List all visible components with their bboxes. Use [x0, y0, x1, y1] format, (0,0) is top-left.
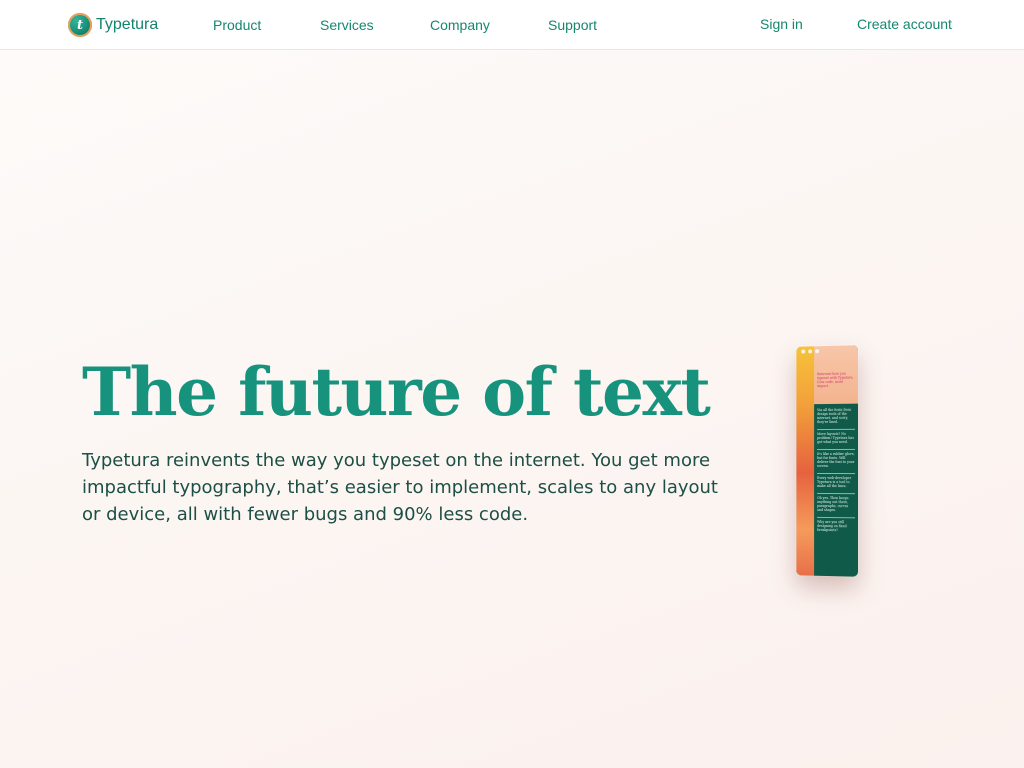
device-preview-item: Move layouts? No problem! Typetura has g… — [817, 428, 856, 445]
device-preview-item: Why are you still designing on fixed bre… — [817, 516, 856, 533]
nav-link-services[interactable]: Services — [320, 17, 374, 33]
top-navigation: t Typetura Product Services Company Supp… — [0, 0, 1024, 50]
nav-link-support[interactable]: Support — [548, 17, 597, 33]
typetura-logo-icon: t — [68, 13, 92, 37]
create-account-link[interactable]: Create account — [857, 16, 952, 32]
device-preview-item: It's like a rubber glove, but for fonts.… — [817, 448, 856, 469]
device-preview-item: Oh yes, Then keeps anything out there, p… — [817, 492, 856, 513]
device-preview-item: Via all the fonts from design tools of t… — [817, 407, 852, 425]
nav-link-company[interactable]: Company — [430, 17, 490, 33]
device-preview-promo: Reinvent how you typeset with Typetura. … — [817, 371, 854, 389]
brand-name: Typetura — [96, 16, 159, 33]
nav-link-product[interactable]: Product — [213, 17, 261, 33]
device-preview-list: Via all the fonts from design tools of t… — [817, 406, 856, 538]
device-preview-artwork — [796, 346, 815, 576]
hero-title: The future of text — [82, 353, 711, 431]
hero-description: Typetura reinvents the way you typeset o… — [82, 450, 718, 525]
device-preview-mockup: Reinvent how you typeset with Typetura. … — [796, 345, 859, 577]
sign-in-link[interactable]: Sign in — [760, 16, 803, 32]
device-preview-item: Every web-developer Typetura is a tool t… — [817, 472, 856, 489]
brand-logo-link[interactable]: t Typetura — [68, 12, 158, 38]
window-dots-icon — [801, 349, 820, 354]
